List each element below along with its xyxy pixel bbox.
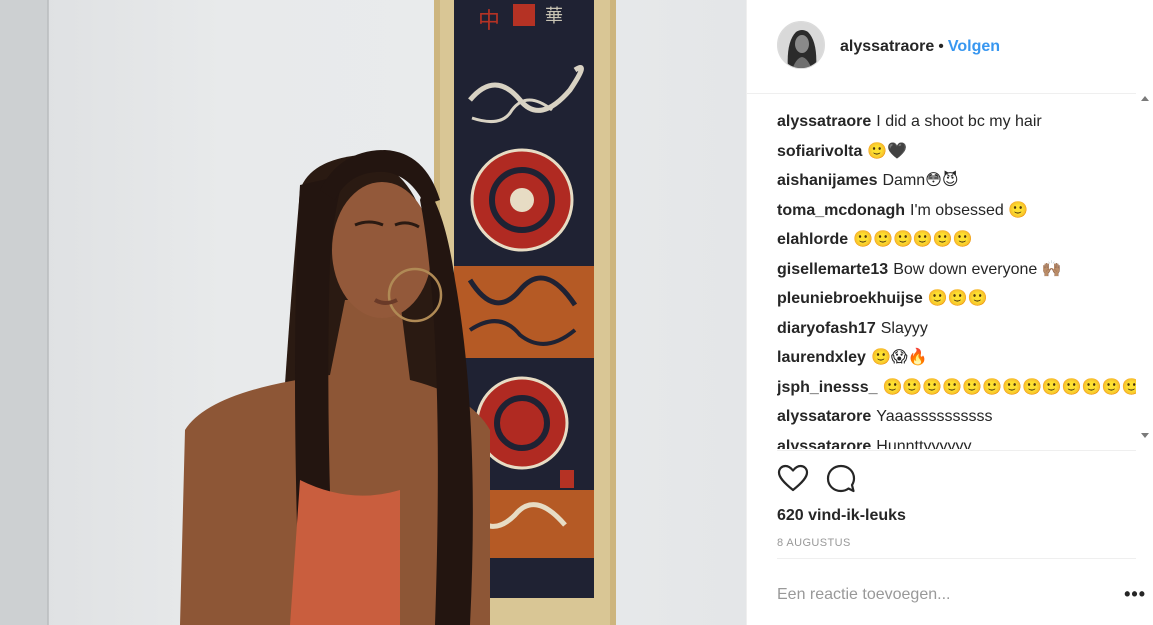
comment-item: laurendxley 🙂😱🔥: [777, 343, 1137, 373]
comment-input[interactable]: [777, 579, 1077, 611]
comment-text: Bow down everyone 🙌🏽: [893, 260, 1062, 278]
comment-username[interactable]: elahlorde: [777, 231, 848, 248]
comment-text: 🙂🙂🙂: [927, 290, 988, 307]
post-header: alyssatraore • Volgen: [747, 0, 1136, 94]
comment-item: jsph_inesss_ 🙂🙂🙂🙂🙂🙂🙂🙂🙂🙂🙂🙂🙂: [777, 373, 1137, 403]
avatar[interactable]: [777, 21, 825, 69]
wall-corner: [0, 0, 48, 625]
comment-text: 🙂🖤: [867, 142, 908, 160]
follow-button[interactable]: Volgen: [948, 38, 1000, 55]
comment-username[interactable]: laurendxley: [777, 349, 866, 366]
comment-bubble-icon[interactable]: [825, 463, 857, 495]
comment-item: alyssatarore Hunnttyyyyyy: [777, 432, 1137, 450]
comment-username[interactable]: sofiarivolta: [777, 143, 862, 160]
post-photo-illustration: 中 華: [0, 0, 616, 625]
post-photo[interactable]: 中 華: [0, 0, 746, 625]
comment-text: 🙂🙂🙂🙂🙂🙂: [853, 231, 973, 248]
comment-item: alyssatraore I did a shoot bc my hair: [777, 107, 1137, 137]
comments-scrollbar[interactable]: [1136, 94, 1153, 450]
post-actions: 620 vind-ik-leuks 8 AUGUSTUS: [777, 450, 1136, 558]
comment-text: Yaaassssssssss: [876, 408, 993, 425]
comment-text: I'm obsessed 🙂: [910, 201, 1029, 219]
comment-username[interactable]: alyssatraore: [777, 113, 871, 130]
post-date: 8 AUGUSTUS: [777, 537, 851, 549]
comment-item: diaryofash17 Slayyy: [777, 314, 1137, 344]
comment-item: gisellemarte13 Bow down everyone 🙌🏽: [777, 255, 1137, 285]
separator-dot: •: [938, 38, 944, 55]
comment-item: toma_mcdonagh I'm obsessed 🙂: [777, 196, 1137, 226]
avatar-image: [778, 22, 824, 68]
comment-text: Damn😳😈: [882, 172, 959, 189]
comment-item: aishanijames Damn😳😈: [777, 166, 1137, 196]
comment-item: elahlorde 🙂🙂🙂🙂🙂🙂: [777, 225, 1137, 255]
more-options-icon[interactable]: •••: [1124, 585, 1146, 603]
post-sidebar: alyssatraore • Volgen alyssatraore I did a …: [746, 0, 1153, 625]
svg-text:華: 華: [545, 6, 563, 27]
comment-item: pleuniebroekhuijse 🙂🙂🙂: [777, 284, 1137, 314]
comment-username[interactable]: jsph_inesss_: [777, 379, 878, 396]
comment-text: 🙂🙂🙂🙂🙂🙂🙂🙂🙂🙂🙂🙂🙂: [882, 378, 1138, 396]
comment-username[interactable]: gisellemarte13: [777, 261, 888, 278]
comment-item: sofiarivolta 🙂🖤: [777, 137, 1137, 167]
heart-icon[interactable]: [777, 463, 809, 495]
scroll-up-arrow-icon[interactable]: [1141, 96, 1149, 101]
comment-username[interactable]: pleuniebroekhuijse: [777, 290, 923, 307]
comment-username[interactable]: alyssatarore: [777, 438, 871, 450]
comment-text: Slayyy: [880, 319, 928, 337]
svg-text:中: 中: [478, 9, 500, 34]
comment-text: 🙂😱🔥: [870, 349, 928, 366]
comment-username[interactable]: alyssatarore: [777, 408, 871, 425]
comment-item: alyssatarore Yaaassssssssss: [777, 402, 1137, 432]
comment-username[interactable]: toma_mcdonagh: [777, 202, 905, 219]
header-line: alyssatraore • Volgen: [840, 37, 1000, 57]
comment-username[interactable]: diaryofash17: [777, 320, 876, 337]
scroll-down-arrow-icon[interactable]: [1141, 433, 1149, 438]
add-comment-section: •••: [777, 558, 1145, 625]
post-username[interactable]: alyssatraore: [840, 38, 934, 55]
comment-username[interactable]: aishanijames: [777, 172, 878, 189]
comment-text: I did a shoot bc my hair: [876, 113, 1042, 130]
like-count[interactable]: 620 vind-ik-leuks: [777, 506, 906, 526]
comment-text: Hunnttyyyyyy: [876, 437, 972, 450]
comments-list[interactable]: alyssatraore I did a shoot bc my hair sof…: [777, 107, 1137, 449]
